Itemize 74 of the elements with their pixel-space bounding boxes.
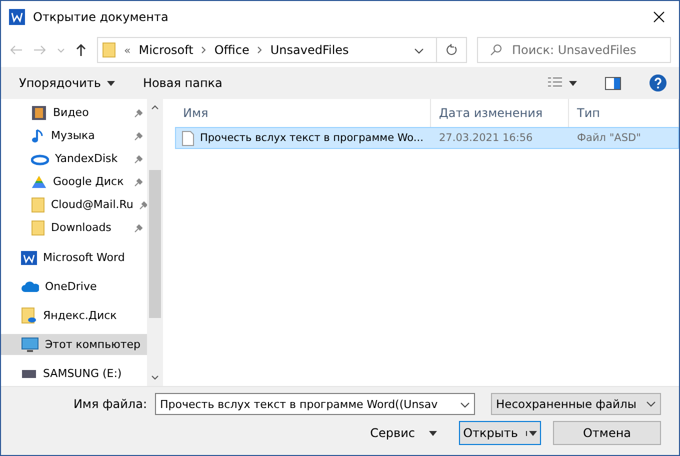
- window-title: Открытие документа: [33, 10, 170, 24]
- pin-icon: [134, 222, 144, 232]
- sidebar-item[interactable]: SAMSUNG (E:): [1, 363, 147, 384]
- close-icon: [653, 11, 665, 23]
- search-icon: [490, 44, 502, 56]
- sidebar-item[interactable]: Яндекс.Диск: [1, 305, 147, 326]
- document-icon: [182, 130, 194, 146]
- scrollbar[interactable]: [147, 99, 163, 386]
- up-button[interactable]: [75, 43, 87, 57]
- chevron-down-icon: [414, 48, 424, 54]
- caret-icon: [528, 430, 537, 436]
- caret-icon: [569, 80, 577, 86]
- breadcrumb[interactable]: UnsavedFiles: [270, 43, 349, 57]
- triangle-icon: [31, 174, 47, 188]
- file-row[interactable]: Прочесть вслух текст в программе Wo... 27.03.2021 16:56 Файл "ASD": [175, 127, 679, 149]
- pin-icon: [134, 176, 144, 186]
- folder-icon: [102, 42, 116, 58]
- pane-icon: [605, 76, 621, 90]
- arrow-right-icon: [33, 44, 47, 56]
- new-folder-button[interactable]: Новая папка: [142, 74, 222, 92]
- organize-button[interactable]: Упорядочить: [19, 74, 115, 92]
- filename-field[interactable]: Прочесть вслух текст в программе Word((Unsav: [155, 393, 475, 415]
- chevron-up-icon: [151, 105, 159, 110]
- preview-pane-button[interactable]: [605, 74, 621, 92]
- sidebar-item[interactable]: Музыка: [1, 124, 147, 147]
- folder-icon: [31, 220, 45, 236]
- sidebar-item[interactable]: Cloud@Mail.Ru: [1, 193, 147, 216]
- drive-icon: [21, 368, 37, 378]
- tools-button[interactable]: Сервис: [364, 425, 443, 441]
- overflow-crumb[interactable]: «: [124, 44, 131, 56]
- pin-icon: [139, 200, 147, 210]
- pin-icon: [134, 154, 144, 164]
- refresh-icon: [446, 44, 458, 56]
- sidebar-item[interactable]: OneDrive: [1, 276, 147, 297]
- monitor-icon: [21, 336, 39, 352]
- breadcrumb[interactable]: Office: [214, 43, 250, 57]
- chevron-right-icon: [201, 46, 206, 54]
- cancel-button[interactable]: Отмена: [553, 421, 661, 445]
- sidebar-item[interactable]: YandexDisk: [1, 147, 147, 170]
- folder-icon: [31, 196, 45, 212]
- folder-icon: [21, 306, 37, 324]
- file-type-dropdown[interactable]: Несохраненные файлы: [491, 393, 661, 415]
- sidebar-item[interactable]: Google Диск: [1, 170, 147, 193]
- file-date: 27.03.2021 16:56: [438, 132, 534, 144]
- word-icon: [21, 250, 37, 266]
- sidebar-item[interactable]: Microsoft Word: [1, 247, 147, 268]
- music-note-icon: [31, 128, 45, 144]
- file-name: Прочесть вслух текст в программе Wo...: [200, 132, 424, 144]
- cloud-icon: [21, 280, 39, 292]
- address-bar[interactable]: « Microsoft Office UnsavedFiles: [97, 37, 437, 63]
- chevron-down-icon: [57, 48, 65, 52]
- filename-label: Имя файла:: [73, 397, 147, 411]
- file-type: Файл "ASD": [576, 132, 642, 144]
- help-button[interactable]: [649, 72, 667, 94]
- sidebar-item[interactable]: Этот компьютер: [1, 334, 147, 355]
- word-icon: [9, 9, 25, 25]
- scrollbar-thumb[interactable]: [149, 170, 161, 318]
- sidebar-item[interactable]: Видео: [1, 101, 147, 124]
- arrow-up-icon: [75, 43, 87, 57]
- pin-icon: [134, 130, 144, 140]
- caret-icon: [429, 430, 437, 436]
- sidebar-item[interactable]: Downloads: [1, 216, 147, 239]
- search-field[interactable]: Поиск: UnsavedFiles: [477, 37, 671, 63]
- chevron-right-icon: [257, 46, 262, 54]
- pin-icon: [134, 108, 144, 118]
- open-button[interactable]: Открыть: [459, 421, 541, 445]
- breadcrumb[interactable]: Microsoft: [138, 43, 194, 57]
- caret-icon: [106, 80, 115, 86]
- chevron-down-icon: [460, 402, 470, 408]
- arrow-left-icon: [9, 44, 23, 56]
- help-icon: [649, 74, 667, 92]
- chevron-down-icon: [151, 375, 159, 380]
- refresh-button[interactable]: [437, 37, 467, 63]
- chevron-down-icon: [646, 401, 656, 407]
